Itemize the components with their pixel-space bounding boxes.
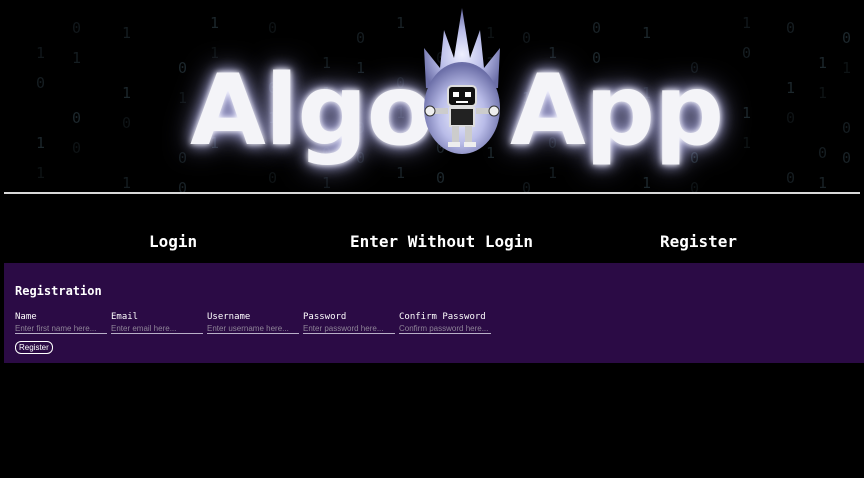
registration-panel: Registration Name Email Username Passwor… [4,263,864,363]
binary-digit: 1 [818,84,828,102]
binary-digit: 1 [36,134,46,152]
binary-digit: 0 [842,119,852,137]
binary-digit: 1 [742,104,752,122]
confirm-password-field-group: Confirm Password [399,312,491,334]
password-field-group: Password [303,312,395,334]
binary-digit: 0 [742,44,752,62]
binary-digit: 1 [742,14,752,32]
binary-digit: 1 [818,54,828,72]
logo-word-algo: Algo [190,54,434,168]
registration-title: Registration [15,284,102,298]
binary-digit: 1 [122,174,132,192]
username-label: Username [207,312,251,322]
binary-digit: 0 [786,109,796,127]
binary-digit: 0 [36,74,46,92]
binary-digit: 0 [842,29,852,47]
binary-digit: 0 [72,139,82,157]
binary-digit: 1 [36,164,46,182]
app-logo: Algo App [190,8,724,188]
name-field-group: Name [15,312,107,334]
password-label: Password [303,312,347,322]
name-label: Name [15,312,37,322]
binary-digit: 1 [178,89,188,107]
nav-login-link[interactable]: Login [149,232,197,251]
email-label: Email [111,312,139,322]
binary-digit: 1 [36,44,46,62]
binary-digit: 0 [178,59,188,77]
robot-mascot-icon [424,8,500,154]
binary-digit: 1 [842,59,852,77]
confirm-password-label: Confirm Password [399,312,486,322]
username-input[interactable] [207,323,299,334]
binary-digit: 0 [842,149,852,167]
binary-digit: 0 [786,169,796,187]
binary-digit: 0 [178,149,188,167]
email-input[interactable] [111,323,203,334]
logo-word-app: App [510,54,724,168]
binary-digit: 0 [786,19,796,37]
binary-digit: 1 [122,24,132,42]
header-banner: 1011010011010100110100101101010010110100… [0,0,864,192]
name-input[interactable] [15,323,107,334]
binary-digit: 0 [178,179,188,192]
binary-digit: 0 [72,19,82,37]
binary-digit: 0 [122,114,132,132]
binary-digit: 1 [72,49,82,67]
username-field-group: Username [207,312,299,334]
binary-digit: 1 [786,79,796,97]
binary-digit: 0 [818,144,828,162]
binary-digit: 0 [72,109,82,127]
header-divider [4,192,860,194]
nav-enter-without-login-link[interactable]: Enter Without Login [350,232,533,251]
password-input[interactable] [303,323,395,334]
register-submit-button[interactable]: Register [15,341,53,354]
binary-digit: 1 [122,84,132,102]
binary-digit: 1 [818,174,828,192]
binary-digit: 1 [742,134,752,152]
confirm-password-input[interactable] [399,323,491,334]
email-field-group: Email [111,312,203,334]
nav-register-link[interactable]: Register [660,232,737,251]
